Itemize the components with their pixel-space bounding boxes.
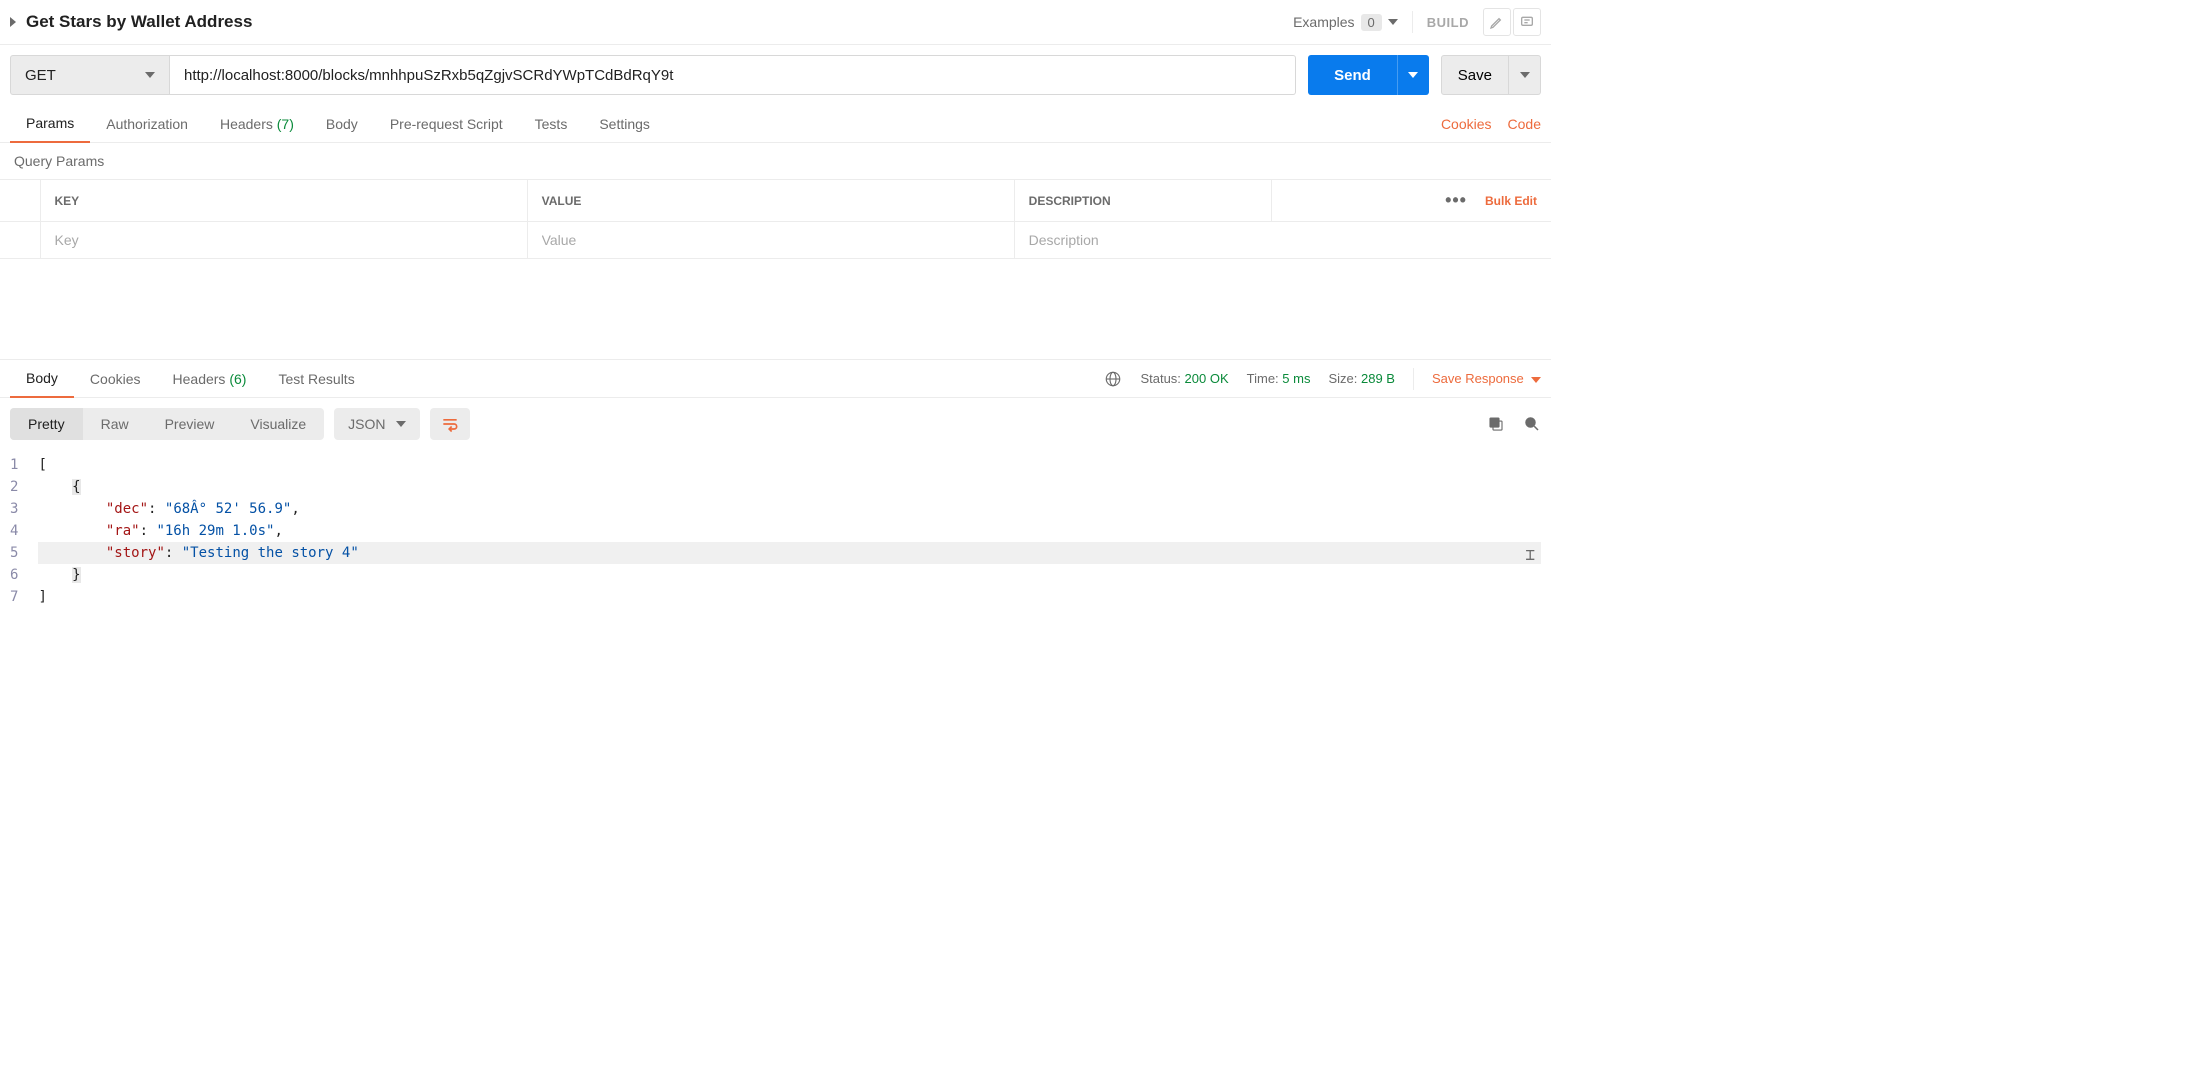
url-input[interactable] <box>170 55 1296 95</box>
chevron-down-icon <box>1520 72 1530 78</box>
request-tabs: Params Authorization Headers (7) Body Pr… <box>0 105 1551 143</box>
status-block: Status: 200 OK <box>1140 371 1228 386</box>
col-key: KEY <box>40 180 527 222</box>
tab-prerequest[interactable]: Pre-request Script <box>374 106 519 142</box>
edit-icon[interactable] <box>1483 8 1511 36</box>
col-checkbox <box>0 180 40 222</box>
tab-params[interactable]: Params <box>10 105 90 143</box>
examples-count-badge: 0 <box>1361 14 1382 31</box>
request-bar: GET Send Save <box>0 45 1551 105</box>
save-response-dropdown[interactable]: Save Response <box>1432 371 1541 386</box>
more-options-icon[interactable]: ••• <box>1445 190 1467 211</box>
save-button[interactable]: Save <box>1441 55 1509 95</box>
view-preview[interactable]: Preview <box>147 408 233 440</box>
copy-icon[interactable] <box>1487 415 1505 433</box>
chevron-down-icon <box>396 421 406 427</box>
send-dropdown[interactable] <box>1397 55 1429 95</box>
tab-tests[interactable]: Tests <box>519 106 584 142</box>
col-actions: ••• Bulk Edit <box>1272 180 1551 222</box>
response-tabs: Body Cookies Headers (6) Test Results St… <box>0 359 1551 398</box>
resp-tab-headers-label: Headers <box>173 371 226 387</box>
params-table: KEY VALUE DESCRIPTION ••• Bulk Edit <box>0 179 1551 259</box>
resp-tab-body[interactable]: Body <box>10 360 74 398</box>
comment-icon[interactable] <box>1513 8 1541 36</box>
resp-tab-cookies[interactable]: Cookies <box>74 361 157 397</box>
time-block: Time: 5 ms <box>1247 371 1311 386</box>
http-method-value: GET <box>25 67 56 84</box>
response-body[interactable]: 1 2 3 4 5 6 7 [ { "dec": "68Â° 52' 56.9"… <box>0 450 1551 628</box>
divider <box>1413 368 1414 390</box>
query-params-title: Query Params <box>0 143 1551 179</box>
format-select[interactable]: JSON <box>334 408 419 440</box>
cursor-icon: ⌶ <box>1525 544 1535 566</box>
cookies-link[interactable]: Cookies <box>1441 116 1492 132</box>
view-pretty[interactable]: Pretty <box>10 408 83 440</box>
params-row <box>0 222 1551 259</box>
tab-body[interactable]: Body <box>310 106 374 142</box>
divider <box>1412 11 1413 33</box>
chevron-down-icon <box>145 72 155 78</box>
resp-tab-headers-count: (6) <box>229 371 246 387</box>
tab-headers[interactable]: Headers (7) <box>204 106 310 142</box>
chevron-down-icon <box>1531 377 1541 383</box>
response-view-bar: Pretty Raw Preview Visualize JSON <box>0 398 1551 450</box>
examples-dropdown[interactable]: Examples 0 <box>1293 14 1398 31</box>
resp-tab-headers[interactable]: Headers (6) <box>157 361 263 397</box>
code-content: [ { "dec": "68Â° 52' 56.9", "ra": "16h 2… <box>38 454 1541 608</box>
view-visualize[interactable]: Visualize <box>232 408 324 440</box>
col-value: VALUE <box>527 180 1014 222</box>
examples-label: Examples <box>1293 14 1354 30</box>
build-button[interactable]: BUILD <box>1427 15 1469 30</box>
chevron-down-icon <box>1408 72 1418 78</box>
tab-headers-count: (7) <box>277 116 294 132</box>
bulk-edit-link[interactable]: Bulk Edit <box>1485 194 1537 208</box>
request-header: Get Stars by Wallet Address Examples 0 B… <box>0 0 1551 45</box>
format-value: JSON <box>348 416 385 432</box>
param-key-input[interactable] <box>55 232 513 248</box>
search-icon[interactable] <box>1523 415 1541 433</box>
param-value-input[interactable] <box>542 232 1000 248</box>
line-gutter: 1 2 3 4 5 6 7 <box>10 454 38 608</box>
view-mode-tabs: Pretty Raw Preview Visualize <box>10 408 324 440</box>
collapse-caret-icon[interactable] <box>10 17 16 27</box>
tab-authorization[interactable]: Authorization <box>90 106 204 142</box>
chevron-down-icon <box>1388 19 1398 25</box>
resp-tab-test-results[interactable]: Test Results <box>262 361 370 397</box>
col-description: DESCRIPTION <box>1014 180 1271 222</box>
send-button[interactable]: Send <box>1308 55 1397 95</box>
wrap-lines-button[interactable] <box>430 408 470 440</box>
save-dropdown[interactable] <box>1509 55 1541 95</box>
code-link[interactable]: Code <box>1508 116 1541 132</box>
param-desc-input[interactable] <box>1029 232 1537 248</box>
view-raw[interactable]: Raw <box>83 408 147 440</box>
size-block: Size: 289 B <box>1328 371 1395 386</box>
request-title: Get Stars by Wallet Address <box>26 12 1293 32</box>
globe-icon[interactable] <box>1104 370 1122 388</box>
tab-headers-label: Headers <box>220 116 273 132</box>
tab-settings[interactable]: Settings <box>583 106 666 142</box>
http-method-select[interactable]: GET <box>10 55 170 95</box>
